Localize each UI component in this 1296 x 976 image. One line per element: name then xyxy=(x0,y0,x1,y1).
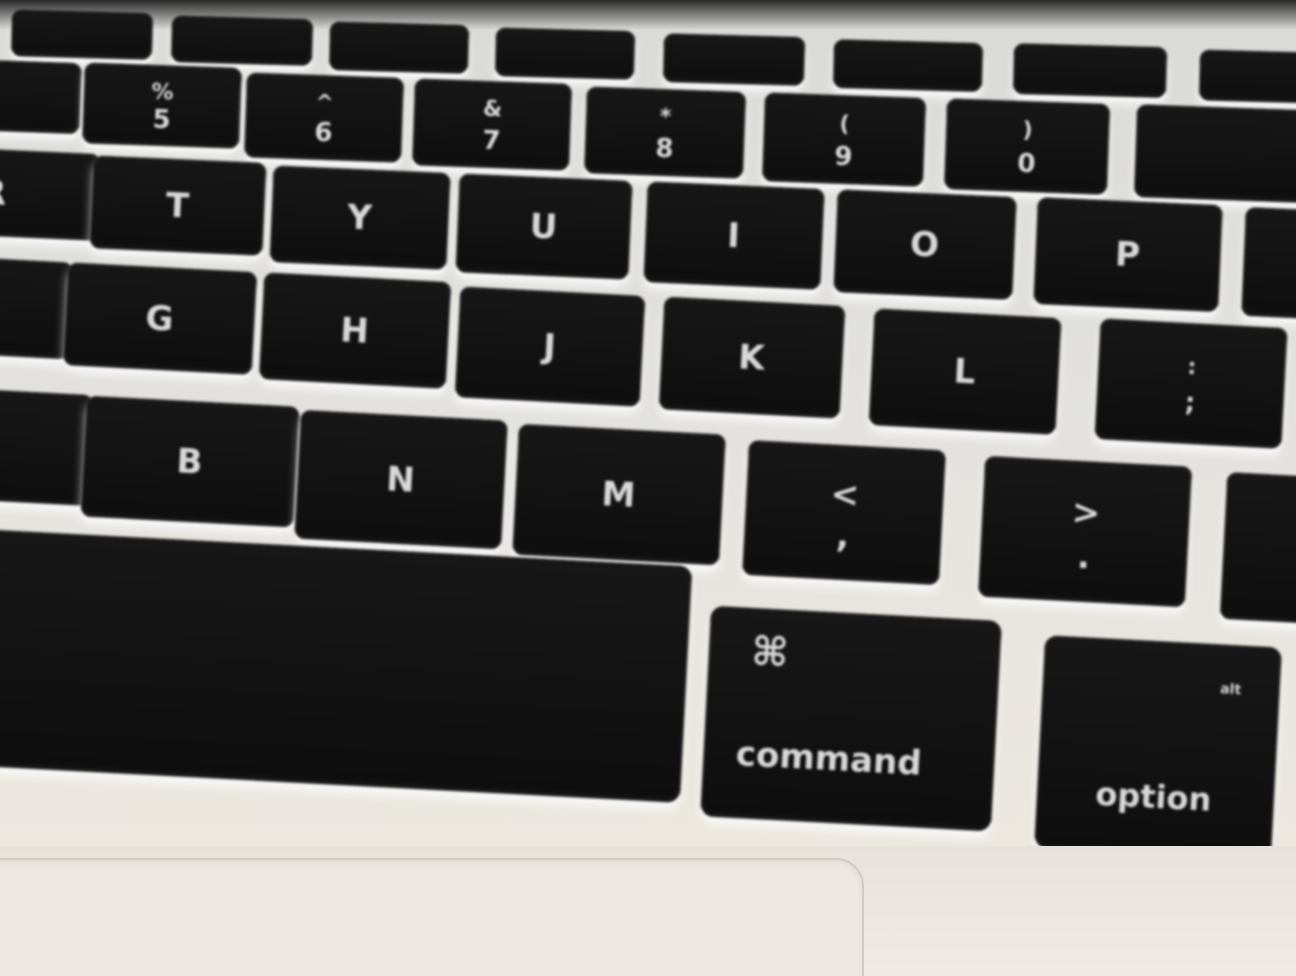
key-semicolon[interactable]: :; xyxy=(1094,319,1288,449)
key-8[interactable]: * 8 xyxy=(584,87,746,179)
key-label xyxy=(1135,184,1296,190)
key-label: ; xyxy=(1184,387,1197,418)
key-shift-label: ) xyxy=(1022,118,1034,144)
key-left-bracket[interactable] xyxy=(1241,207,1296,321)
fn-key-label xyxy=(330,46,468,50)
key-label: 8 xyxy=(654,133,675,165)
key-label: U xyxy=(528,206,560,248)
fn-key-kbd-light-down[interactable] xyxy=(329,22,469,74)
fn-key-label xyxy=(12,33,152,37)
key-h[interactable]: H xyxy=(259,273,451,389)
key-j[interactable]: J xyxy=(455,287,645,407)
key-label: P xyxy=(1114,234,1142,276)
key-label: B xyxy=(175,441,205,483)
key-7[interactable]: & 7 xyxy=(412,79,572,171)
key-u[interactable]: U xyxy=(455,174,633,280)
key-n[interactable]: N xyxy=(294,410,508,550)
key-v[interactable] xyxy=(0,388,93,506)
key-shift-label: : xyxy=(1186,354,1197,381)
key-label: 0 xyxy=(1016,149,1036,180)
command-key-label: command xyxy=(734,734,923,784)
key-label: 7 xyxy=(481,125,502,157)
key-shift-label: ( xyxy=(839,111,851,138)
key-label: 9 xyxy=(833,141,853,172)
fn-key-fast-forward[interactable] xyxy=(833,40,983,92)
key-label: I xyxy=(726,215,742,257)
space-bar[interactable] xyxy=(0,529,692,803)
fn-key-rewind[interactable] xyxy=(495,28,635,80)
key-label: R xyxy=(0,172,9,214)
key-l[interactable]: L xyxy=(869,309,1061,435)
fn-key-brightness-down[interactable] xyxy=(11,10,153,60)
key-9[interactable]: (9 xyxy=(762,93,926,187)
fn-key-label xyxy=(496,52,634,56)
key-o[interactable]: O xyxy=(833,190,1017,300)
fn-key-label xyxy=(834,64,982,68)
key-period[interactable]: >. xyxy=(978,456,1192,608)
key-5[interactable]: % 5 xyxy=(82,63,242,149)
key-label: T xyxy=(165,185,191,227)
laptop-keyboard-photo: % 5 ^ 6 & 7 * 8 (9 ) 0 R T Y U I O P G H J K … xyxy=(0,0,1296,976)
key-k[interactable]: K xyxy=(659,297,845,419)
key-label: G xyxy=(144,298,176,340)
key-label: J xyxy=(542,326,558,368)
option-key-label: option xyxy=(1094,774,1213,819)
key-label: M xyxy=(600,474,638,516)
key-label: Y xyxy=(346,197,374,239)
keyboard-deck: % 5 ^ 6 & 7 * 8 (9 ) 0 R T Y U I O P G H J K … xyxy=(0,0,1296,976)
key-slash[interactable] xyxy=(1220,472,1296,626)
trackpad[interactable] xyxy=(0,858,864,976)
key-f[interactable] xyxy=(0,256,73,360)
fn-key-mute[interactable] xyxy=(1013,44,1167,98)
key-m[interactable]: M xyxy=(512,424,726,566)
key-g[interactable]: G xyxy=(63,263,257,375)
alt-label: alt xyxy=(1219,681,1242,699)
option-key[interactable]: alt option xyxy=(1034,635,1282,861)
key-label: 5 xyxy=(151,104,172,136)
key-comma[interactable]: <, xyxy=(742,440,946,586)
key-label: 6 xyxy=(313,117,334,149)
fn-key-mission-control[interactable] xyxy=(171,16,313,66)
key-label: H xyxy=(339,310,371,352)
fn-key-label xyxy=(1200,75,1296,78)
key-shift-label: > xyxy=(1070,492,1102,534)
fn-key-label xyxy=(1014,69,1166,73)
key-shift-label: & xyxy=(482,97,503,123)
key-0[interactable]: ) 0 xyxy=(944,99,1110,195)
key-p[interactable]: P xyxy=(1033,198,1223,312)
key-label: K xyxy=(737,337,767,379)
key-y[interactable]: Y xyxy=(269,166,451,270)
command-icon: ⌘ xyxy=(750,628,790,677)
key-6[interactable]: ^ 6 xyxy=(244,73,404,163)
key-shift-label xyxy=(1137,122,1296,128)
key-r[interactable]: R xyxy=(0,149,100,241)
key-label: L xyxy=(952,351,978,393)
key-4[interactable] xyxy=(0,59,82,135)
key-minus[interactable] xyxy=(1134,105,1296,203)
command-key[interactable]: ⌘ command xyxy=(700,606,1002,832)
fn-key-label xyxy=(664,58,804,62)
key-t[interactable]: T xyxy=(90,156,266,256)
key-shift-label: * xyxy=(659,105,672,131)
key-label: . xyxy=(1076,536,1092,578)
fn-key-play-pause[interactable] xyxy=(663,34,805,86)
fn-key-volume-down[interactable] xyxy=(1199,50,1296,104)
key-label: O xyxy=(909,224,941,266)
key-b[interactable]: B xyxy=(81,396,299,528)
fn-key-label xyxy=(172,39,312,43)
key-label: N xyxy=(385,459,417,501)
key-shift-label: ^ xyxy=(314,90,335,117)
key-i[interactable]: I xyxy=(643,182,825,290)
